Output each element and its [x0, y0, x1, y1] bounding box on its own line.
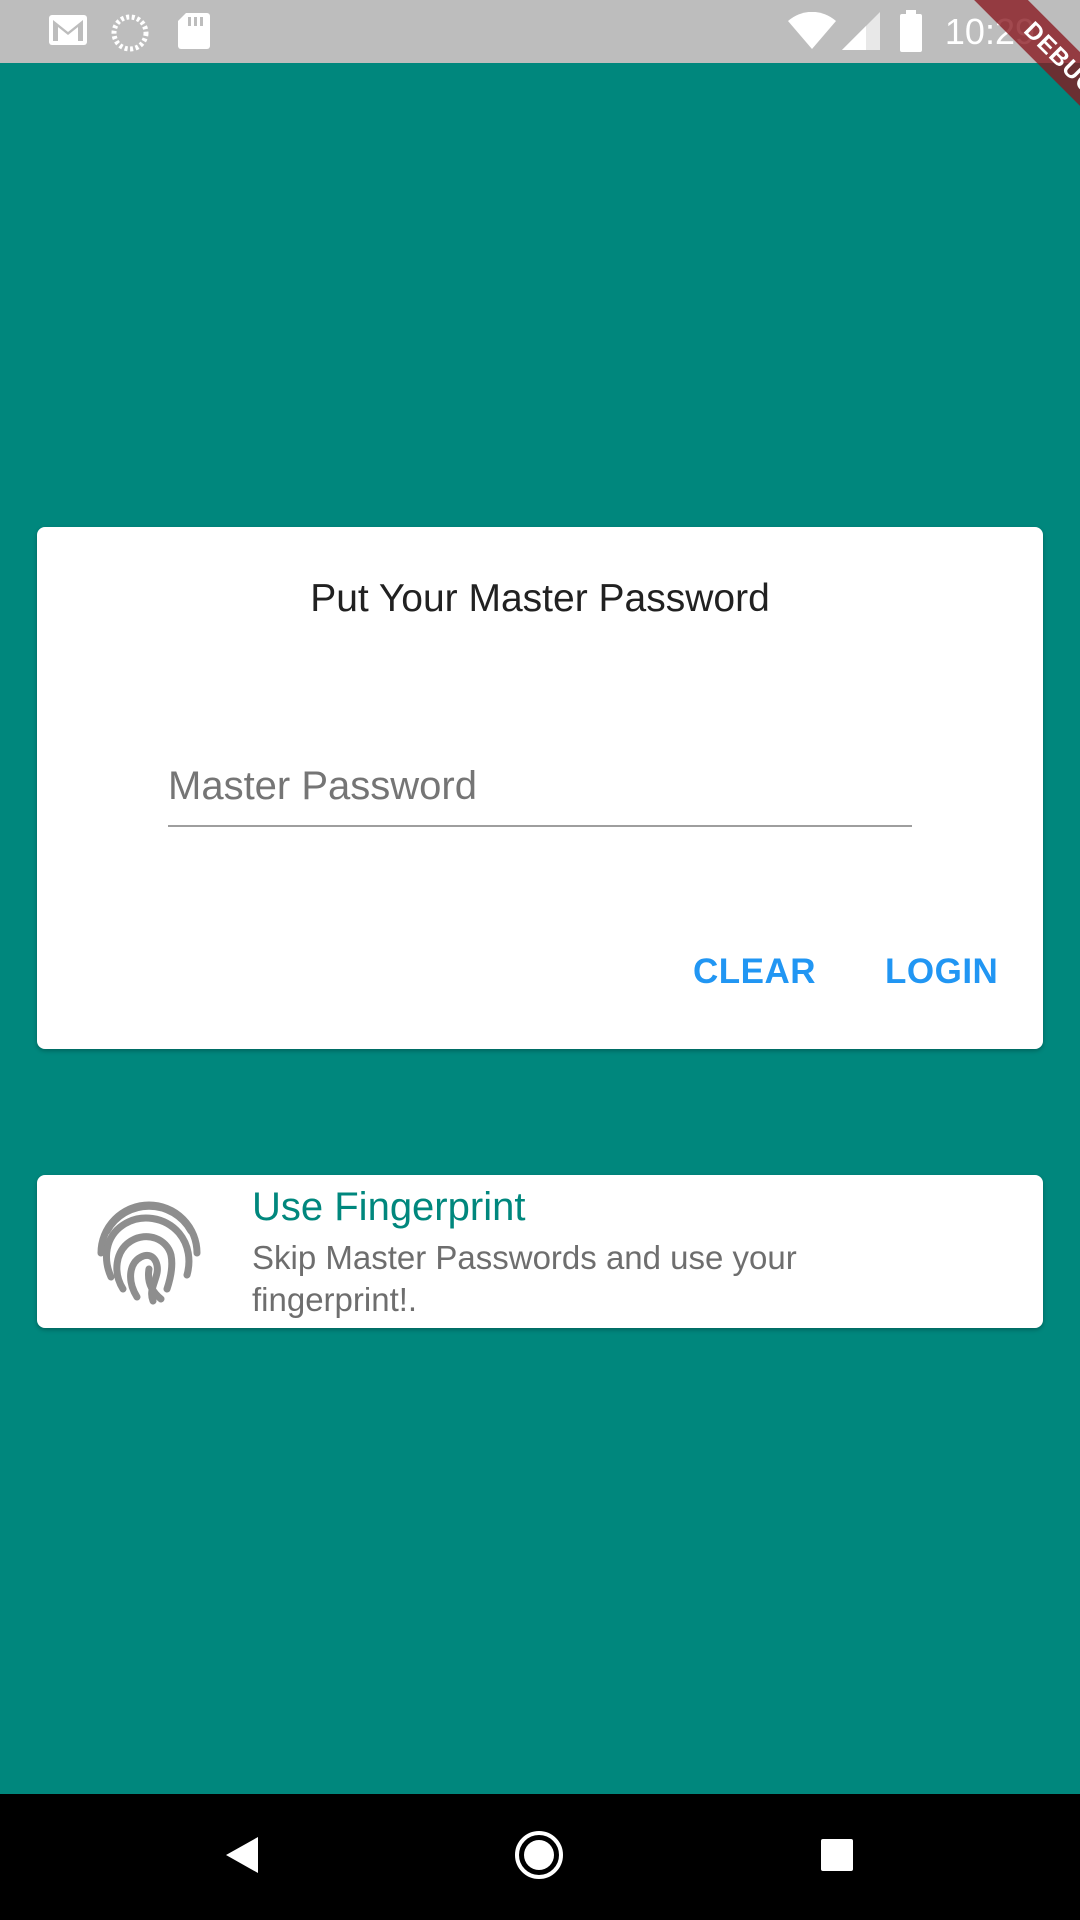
fingerprint-icon: [93, 1193, 205, 1305]
navigation-bar: [0, 1794, 1080, 1920]
home-button[interactable]: [504, 1822, 574, 1892]
sync-icon: [110, 13, 150, 58]
home-icon: [513, 1829, 565, 1886]
sd-card-icon: [178, 13, 210, 54]
status-bar: 10:29: [0, 0, 1080, 63]
fingerprint-subtitle: Skip Master Passwords and use your finge…: [252, 1239, 797, 1318]
recents-button[interactable]: [802, 1822, 872, 1892]
master-password-card: Put Your Master Password CLEAR LOGIN: [37, 527, 1043, 1049]
master-password-input[interactable]: [168, 747, 912, 827]
recents-icon: [819, 1837, 855, 1878]
clear-button[interactable]: CLEAR: [681, 937, 828, 1007]
back-button[interactable]: [207, 1822, 277, 1892]
login-button[interactable]: LOGIN: [873, 937, 1010, 1007]
fingerprint-title: Use Fingerprint: [252, 1185, 526, 1229]
back-icon: [224, 1835, 260, 1880]
dialog-title: Put Your Master Password: [310, 577, 770, 620]
status-time: 10:29: [944, 11, 1035, 52]
battery-icon: [898, 10, 924, 57]
cell-signal-icon: [842, 12, 880, 55]
use-fingerprint-card[interactable]: Use Fingerprint Skip Master Passwords an…: [37, 1175, 1043, 1328]
gmail-icon: [48, 13, 88, 52]
wifi-icon: [788, 11, 836, 55]
